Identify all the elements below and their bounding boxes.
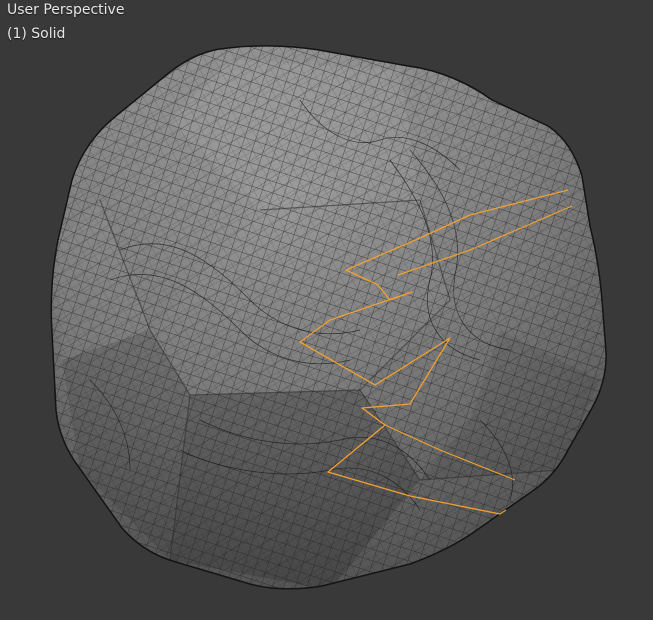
3d-viewport[interactable]: User Perspective (1) Solid <box>0 0 653 620</box>
view-name-label: User Perspective <box>7 2 125 18</box>
mesh-faces <box>51 45 607 589</box>
view-info-label: (1) Solid <box>7 26 66 42</box>
mesh-scene[interactable] <box>0 0 653 620</box>
